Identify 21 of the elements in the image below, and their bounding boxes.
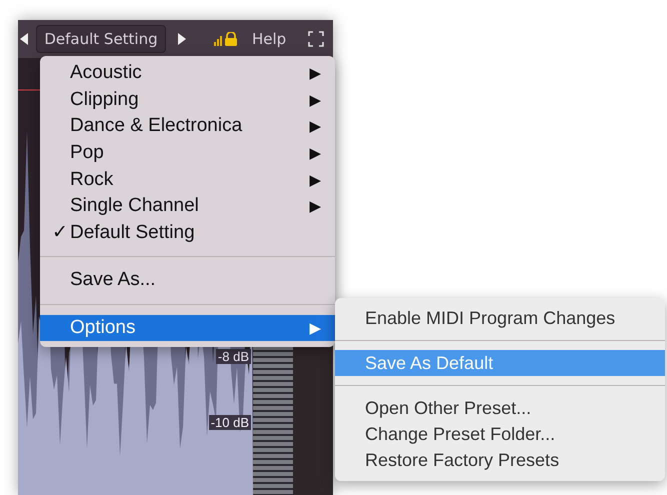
db-label: -8 dB [216,349,251,364]
menu-item[interactable]: Acoustic ▶ [40,60,335,87]
menu-item[interactable]: Save As... [40,267,335,294]
previous-icon[interactable] [20,33,28,45]
menu-item[interactable]: Clipping ▶ [40,86,335,114]
menu-item[interactable]: Pop ▶ [40,140,335,166]
menu-item[interactable]: Dance & Electronica ▶ [40,113,335,140]
db-label: -10 dB [208,415,251,430]
menu-item[interactable]: Single Channel ▶ [40,192,335,220]
preset-button[interactable]: Default Setting [36,25,166,53]
menu-item[interactable]: Change Preset Folder... [335,421,665,447]
menu-item[interactable]: Options ▶ [40,314,335,342]
menu-item[interactable]: Restore Factory Presets [335,447,665,473]
menu-item[interactable]: Open Other Preset... [335,395,665,421]
help-button[interactable]: Help [252,30,286,48]
menu-item[interactable]: ✓Default Setting [40,220,335,246]
menu-item[interactable]: Rock ▶ [40,166,335,193]
next-icon[interactable] [178,33,186,45]
menu-item[interactable]: Enable MIDI Program Changes [335,305,665,331]
signal-lock-icon[interactable] [214,32,238,46]
fullscreen-icon[interactable] [308,31,324,47]
